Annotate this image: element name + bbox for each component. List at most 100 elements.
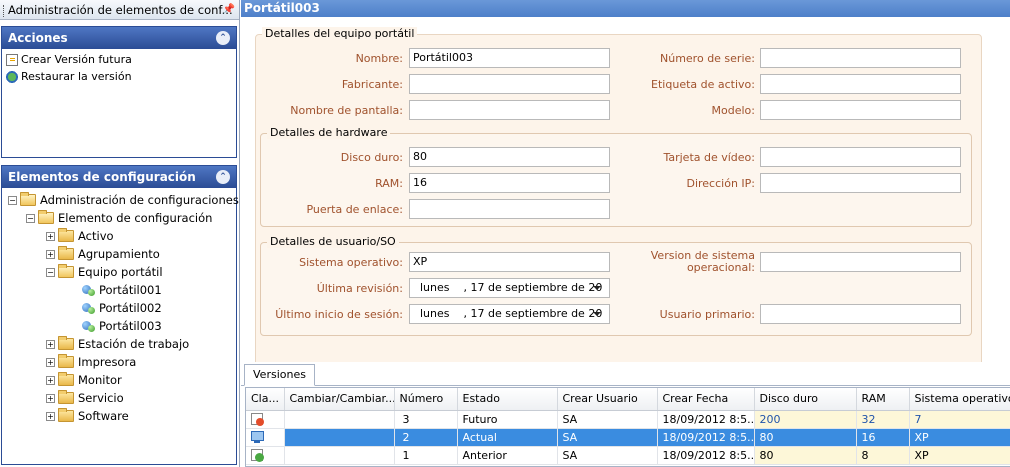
modelo-input[interactable]: [760, 100, 961, 120]
tree-node-laptop-selected[interactable]: Portátil003: [2, 317, 236, 335]
tree-node-equipo-portatil[interactable]: − Equipo portátil: [2, 263, 236, 281]
action-create-future-version[interactable]: Crear Versión futura: [2, 51, 236, 68]
disco-input[interactable]: 80: [409, 147, 610, 167]
enlace-input[interactable]: [409, 199, 610, 219]
versions-tabstrip: Versiones: [241, 362, 1010, 386]
ci-header[interactable]: Elementos de configuración ⌃: [2, 166, 236, 188]
column-header[interactable]: Sistema operativo: [909, 388, 1010, 411]
document-pane: Portátil003 Detalles del equipo portátil…: [241, 0, 1010, 467]
ci-panel: Elementos de configuración ⌃ − Administr…: [1, 165, 239, 465]
video-input[interactable]: [760, 147, 961, 167]
folder-icon: [58, 246, 74, 260]
collapse-actions-icon[interactable]: ⌃: [216, 31, 230, 45]
expand-icon[interactable]: +: [46, 249, 55, 259]
date-value: lunes , 17 de septiembre de 20: [420, 307, 603, 320]
tree-node-element[interactable]: − Elemento de configuración: [2, 209, 236, 227]
tree-node-label: Elemento de configuración: [58, 211, 213, 225]
tree-node-label: Equipo portátil: [78, 265, 163, 279]
version-so-input[interactable]: [760, 252, 961, 272]
pane-title: Administración de elementos de conf...: [8, 3, 233, 17]
action-label: Crear Versión futura: [21, 53, 132, 66]
cell: SA: [557, 428, 658, 447]
column-header[interactable]: Disco duro: [754, 388, 857, 411]
column-header[interactable]: Estado: [457, 388, 558, 411]
tree-node-activo[interactable]: + Activo: [2, 227, 236, 245]
pin-icon[interactable]: 📌: [223, 0, 235, 19]
tree-node-label: Software: [78, 409, 129, 423]
previous-version-icon: [251, 448, 265, 462]
table-row[interactable]: 3 Futuro SA 18/09/2012 8:5... 200 32 7: [246, 410, 1010, 429]
ci-item-icon: [82, 319, 96, 333]
tree-node-agrupamiento[interactable]: + Agrupamiento: [2, 245, 236, 263]
chevron-down-icon[interactable]: [593, 312, 601, 316]
table-row[interactable]: 1 Anterior SA 18/09/2012 8:5... 80 8 XP: [246, 446, 1010, 465]
ip-label: Dirección IP:: [686, 177, 755, 190]
version-so-label-line2: operacional:: [686, 261, 755, 274]
actions-header-label: Acciones: [8, 31, 68, 45]
expand-icon[interactable]: +: [46, 393, 55, 403]
etiqueta-label: Etiqueta de activo:: [651, 78, 755, 91]
expand-icon[interactable]: +: [46, 339, 55, 349]
expand-icon[interactable]: +: [46, 411, 55, 421]
collapse-icon[interactable]: −: [46, 267, 55, 277]
cell: Anterior: [457, 446, 558, 465]
tree-node-estacion[interactable]: + Estación de trabajo: [2, 335, 236, 353]
form-area: Detalles del equipo portátil Nombre: Por…: [241, 17, 1010, 362]
expand-icon[interactable]: +: [46, 357, 55, 367]
ram-label: RAM:: [375, 177, 403, 190]
column-header[interactable]: Cambiar/Cambiar...: [284, 388, 395, 411]
expand-icon[interactable]: +: [46, 231, 55, 241]
column-header[interactable]: Cla...: [246, 388, 285, 411]
ip-input[interactable]: [760, 173, 961, 193]
grip-handle[interactable]: [3, 4, 5, 17]
so-label: Sistema operativo:: [299, 256, 403, 269]
versions-grid: Cla... Cambiar/Cambiar... Número Estado …: [245, 387, 1010, 467]
tree-node-root[interactable]: − Administración de configuraciones: [2, 191, 239, 209]
revision-datepicker[interactable]: lunes , 17 de septiembre de 20: [409, 278, 610, 298]
action-restore-version[interactable]: Restaurar la versión: [2, 68, 236, 85]
etiqueta-input[interactable]: [760, 74, 961, 94]
enlace-label: Puerta de enlace:: [306, 203, 403, 216]
inicio-label: Último inicio de sesión:: [275, 308, 403, 321]
cell: Actual: [457, 428, 558, 447]
so-input[interactable]: XP: [409, 252, 610, 272]
fabricante-input[interactable]: [409, 74, 610, 94]
tree-node-label: Estación de trabajo: [78, 337, 190, 351]
column-header[interactable]: RAM: [856, 388, 910, 411]
tab-versiones[interactable]: Versiones: [244, 364, 315, 386]
collapse-icon[interactable]: −: [8, 195, 17, 205]
cell: [284, 428, 395, 447]
usuario-input[interactable]: [760, 304, 961, 324]
ci-item-icon: [82, 283, 96, 297]
tree-node-label: Impresora: [78, 355, 137, 369]
actions-header[interactable]: Acciones ⌃: [2, 27, 236, 49]
folder-icon: [58, 390, 74, 404]
cell: 80: [754, 428, 857, 447]
column-header[interactable]: Crear Usuario: [557, 388, 658, 411]
column-header[interactable]: Número: [394, 388, 458, 411]
collapse-icon[interactable]: −: [26, 213, 35, 223]
tree-node-laptop[interactable]: Portátil001: [2, 281, 236, 299]
expand-icon[interactable]: +: [46, 375, 55, 385]
table-row-selected[interactable]: 2 Actual SA 18/09/2012 8:5... 80 16 XP: [246, 428, 1010, 447]
fabricante-label: Fabricante:: [341, 78, 403, 91]
ram-input[interactable]: 16: [409, 173, 610, 193]
column-header[interactable]: Crear Fecha: [657, 388, 755, 411]
future-version-icon: [251, 412, 265, 426]
tree-node-impresora[interactable]: + Impresora: [2, 353, 236, 371]
table-header-row: Cla... Cambiar/Cambiar... Número Estado …: [246, 388, 1010, 411]
chevron-down-icon[interactable]: [593, 286, 601, 290]
tree-node-software[interactable]: + Software: [2, 407, 236, 425]
tree-node-monitor[interactable]: + Monitor: [2, 371, 236, 389]
pantalla-input[interactable]: [409, 100, 610, 120]
tree-node-laptop[interactable]: Portátil002: [2, 299, 236, 317]
cell: XP: [909, 446, 1010, 465]
cell: 18/09/2012 8:5...: [657, 428, 755, 447]
nombre-input[interactable]: Portátil003: [409, 48, 610, 68]
inicio-datepicker[interactable]: lunes , 17 de septiembre de 20: [409, 304, 610, 324]
tree-node-servicio[interactable]: + Servicio: [2, 389, 236, 407]
cell: 18/09/2012 8:5...: [657, 410, 755, 429]
collapse-ci-icon[interactable]: ⌃: [216, 170, 230, 184]
serie-input[interactable]: [760, 48, 961, 68]
tree-node-label: Administración de configuraciones: [40, 193, 239, 207]
